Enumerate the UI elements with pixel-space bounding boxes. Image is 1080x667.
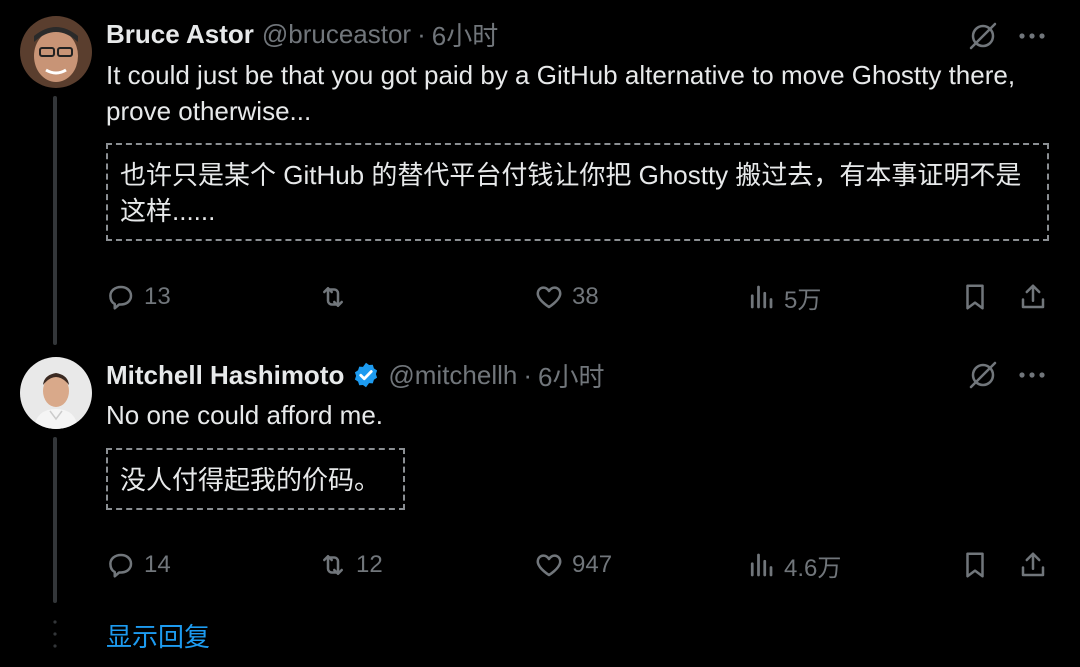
bookmark-button[interactable] xyxy=(960,545,990,585)
retweet-count: 12 xyxy=(356,551,383,578)
author-handle[interactable]: @mitchellh xyxy=(388,360,517,391)
like-button[interactable]: 38 xyxy=(534,277,599,317)
tweet-mitchell-hashimoto[interactable]: Mitchell Hashimoto @mitchellh · 6小时 No o… xyxy=(0,345,1080,607)
more-icon[interactable] xyxy=(1016,359,1048,391)
like-count: 947 xyxy=(572,551,613,578)
tweet-text: It could just be that you got paid by a … xyxy=(106,60,1016,126)
like-count: 38 xyxy=(572,283,599,310)
share-icon xyxy=(1021,284,1045,309)
avatar-mitchell-hashimoto[interactable] xyxy=(20,357,92,429)
show-replies-link[interactable]: 显示回复 xyxy=(106,617,210,654)
reply-icon xyxy=(109,285,133,310)
action-bar: 14 12 947 4.6万 xyxy=(106,545,1048,585)
retweet-icon xyxy=(323,555,343,575)
views-count: 5万 xyxy=(784,286,822,314)
tweet-bruce-astor[interactable]: Bruce Astor @bruceastor · 6小时 It could j… xyxy=(0,0,1080,345)
tweet-header: Bruce Astor @bruceastor · 6小时 xyxy=(106,16,498,52)
bookmark-icon xyxy=(966,552,984,578)
share-button[interactable] xyxy=(1018,277,1048,317)
share-icon xyxy=(1021,552,1045,577)
tweet-text: No one could afford me. xyxy=(106,400,384,430)
reply-icon xyxy=(109,553,133,578)
grok-icon[interactable] xyxy=(967,359,999,391)
like-icon xyxy=(536,554,562,577)
views-icon xyxy=(750,553,773,577)
views-button[interactable]: 4.6万 xyxy=(746,545,841,585)
tweet-header: Mitchell Hashimoto @mitchellh · 6小时 xyxy=(106,357,604,393)
retweet-icon xyxy=(323,287,343,307)
author-name[interactable]: Bruce Astor xyxy=(106,19,254,50)
reply-count: 13 xyxy=(144,283,171,310)
author-name[interactable]: Mitchell Hashimoto xyxy=(106,360,344,391)
avatar-bruce-astor[interactable] xyxy=(20,16,92,88)
timestamp[interactable]: 6小时 xyxy=(538,357,604,394)
views-count: 4.6万 xyxy=(784,554,842,582)
separator-dot: · xyxy=(417,18,426,49)
translation-box: 也许只是某个 GitHub 的替代平台付钱让你把 Ghostty 搬过去，有本事… xyxy=(106,143,1049,241)
reply-count: 14 xyxy=(144,551,171,578)
reply-button[interactable]: 13 xyxy=(106,277,171,317)
thread-line xyxy=(53,96,57,345)
action-bar: 13 38 5万 xyxy=(106,277,1048,317)
thread-line xyxy=(53,437,57,603)
separator-dot: · xyxy=(523,359,533,390)
author-handle[interactable]: @bruceastor xyxy=(262,19,411,50)
like-icon xyxy=(536,286,562,309)
retweet-button[interactable] xyxy=(318,277,356,317)
grok-icon[interactable] xyxy=(967,20,999,52)
thread-dots xyxy=(53,620,57,648)
like-button[interactable]: 947 xyxy=(534,545,612,585)
verified-badge-icon xyxy=(355,362,378,388)
views-icon xyxy=(750,285,773,309)
bookmark-icon xyxy=(966,284,984,310)
bookmark-button[interactable] xyxy=(960,277,990,317)
timestamp[interactable]: 6小时 xyxy=(432,16,498,53)
reply-button[interactable]: 14 xyxy=(106,545,171,585)
share-button[interactable] xyxy=(1018,545,1048,585)
retweet-button[interactable]: 12 xyxy=(318,545,383,585)
views-button[interactable]: 5万 xyxy=(746,277,821,317)
translation-box: 没人付得起我的价码。 xyxy=(106,448,405,510)
more-icon[interactable] xyxy=(1016,20,1048,52)
